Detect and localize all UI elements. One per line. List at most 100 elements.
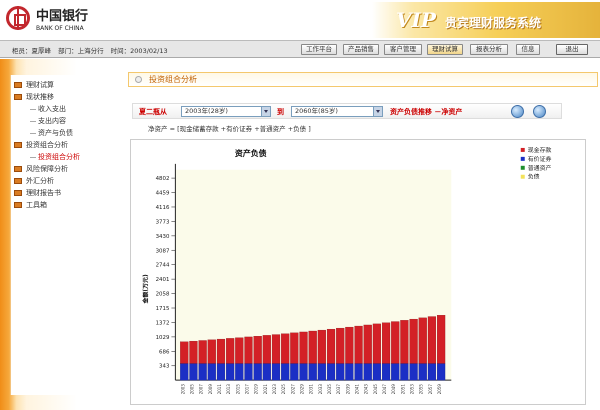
nav-financial-calculation-button[interactable]: 理财试算 xyxy=(427,44,463,55)
bar-cash xyxy=(235,337,244,364)
y-tick-label: 4116 xyxy=(156,205,170,211)
y-axis-label: 金额(万元) xyxy=(142,274,150,304)
bar-securities xyxy=(189,363,198,381)
bar-securities xyxy=(299,363,308,381)
next-button[interactable] xyxy=(533,105,546,118)
bar-securities xyxy=(409,363,418,381)
to-year-select[interactable]: 2060年(85岁) xyxy=(291,106,383,117)
nav-workbench-button[interactable]: 工作平台 xyxy=(301,44,337,55)
folder-icon xyxy=(14,190,22,196)
y-tick-label: 3430 xyxy=(156,234,170,240)
bar-cash xyxy=(336,327,345,364)
bar-cash xyxy=(271,334,281,364)
bar-securities xyxy=(391,363,400,381)
x-tick-label: 2017 xyxy=(244,384,249,395)
bar-cash xyxy=(226,338,235,364)
nav-client-management-button[interactable]: 客户管理 xyxy=(384,44,422,55)
x-tick-label: 2005 xyxy=(189,384,194,395)
x-tick-label: 2013 xyxy=(226,384,231,395)
bank-logo: 中国银行 BANK OF CHINA xyxy=(6,4,101,38)
previous-button[interactable] xyxy=(511,105,524,118)
bar-cash xyxy=(253,336,262,364)
bar-securities xyxy=(354,363,363,381)
top-navigation-bar: 柜员：夏厚峰 部门：上海分行 时间：2003/02/13 工作平台 产品销售 客… xyxy=(0,40,600,58)
y-tick-label: 686 xyxy=(159,349,170,355)
sidebar-item-risk-protection[interactable]: 风险保障分析 xyxy=(14,163,104,175)
x-tick-label: 2049 xyxy=(391,384,396,395)
sidebar-item-toolbox[interactable]: 工具箱 xyxy=(14,199,104,211)
page-title: 投资组合分析 xyxy=(128,72,598,87)
y-tick-label: 3087 xyxy=(156,248,170,254)
x-tick-label: 2051 xyxy=(400,384,405,395)
sidebar-item-label: 现状推移 xyxy=(26,93,54,101)
nav-information-button[interactable]: 信息 xyxy=(516,44,540,55)
chevron-down-icon xyxy=(373,107,382,116)
bar-securities xyxy=(216,363,226,381)
banner-vip: VIP xyxy=(396,8,436,32)
bar-cash xyxy=(363,324,372,364)
legend-label: 有价证券 xyxy=(528,155,552,163)
nav-report-analysis-button[interactable]: 报表分析 xyxy=(470,44,508,55)
sidebar-item-expense-details[interactable]: 支出内容 xyxy=(14,115,104,127)
bar-securities xyxy=(244,363,253,381)
sidebar-item-portfolio-analysis[interactable]: 投资组合分析 xyxy=(14,151,104,163)
bar-securities xyxy=(235,363,244,381)
logout-button[interactable]: 退出 xyxy=(556,44,588,55)
time-info: 时间：2003/02/13 xyxy=(110,47,168,55)
legend-label: 现金存款 xyxy=(528,146,552,154)
sidebar-tree: 理财试算 现状推移 收入支出 支出内容 资产与负债 投资组合分析 投资组合分析 … xyxy=(14,79,104,211)
bar-cash xyxy=(216,338,226,364)
bar-securities xyxy=(363,363,372,381)
nav-product-sales-button[interactable]: 产品销售 xyxy=(343,44,379,55)
bar-cash xyxy=(326,328,336,364)
x-tick-label: 2039 xyxy=(345,384,350,395)
x-tick-label: 2059 xyxy=(437,384,442,395)
sidebar-item-financial-report[interactable]: 理财报告书 xyxy=(14,187,104,199)
sidebar-item-forex-analysis[interactable]: 外汇分析 xyxy=(14,175,104,187)
folder-icon xyxy=(14,202,22,208)
y-tick-label: 2058 xyxy=(156,292,170,298)
chart-title: 资产负债 xyxy=(235,148,267,158)
bar-securities xyxy=(180,363,189,381)
sidebar-item-label: 工具箱 xyxy=(26,201,47,209)
bar-cash xyxy=(244,336,253,364)
bar-securities xyxy=(290,363,299,381)
x-tick-label: 2053 xyxy=(410,384,415,395)
sidebar-item-financial-calculation[interactable]: 理财试算 xyxy=(14,79,104,91)
logo-chinese-name: 中国银行 xyxy=(36,9,89,24)
x-tick-label: 2003 xyxy=(180,384,185,395)
sidebar-item-portfolio-group[interactable]: 投资组合分析 xyxy=(14,139,104,151)
logo-english-name: BANK OF CHINA xyxy=(36,25,84,32)
sidebar-item-income-expense[interactable]: 收入支出 xyxy=(14,103,104,115)
user-info: 柜员：夏厚峰 部门：上海分行 时间：2003/02/13 xyxy=(12,45,173,55)
from-year-select[interactable]: 2003年(28岁) xyxy=(181,106,271,117)
bar-securities xyxy=(427,363,437,381)
x-tick-label: 2037 xyxy=(336,384,341,395)
banner-title: 贵宾理财服务系统 xyxy=(445,16,542,30)
manager-info: 柜员：夏厚峰 xyxy=(12,47,51,55)
bar-cash xyxy=(391,321,400,364)
legend-swatch xyxy=(520,174,525,179)
x-tick-label: 2045 xyxy=(373,384,378,395)
x-tick-label: 2011 xyxy=(217,384,222,395)
x-tick-label: 2027 xyxy=(290,384,295,395)
bar-securities xyxy=(198,363,207,381)
bar-securities xyxy=(326,363,336,381)
bar-cash xyxy=(409,318,418,364)
folder-icon xyxy=(14,94,22,100)
sidebar-item-label: 外汇分析 xyxy=(26,177,54,185)
title-bullet-icon xyxy=(135,76,142,83)
mode-label: 资产负债推移 －净资产 xyxy=(390,108,463,116)
bar-cash xyxy=(290,332,299,364)
x-tick-label: 2055 xyxy=(419,384,424,395)
bar-cash xyxy=(262,335,271,364)
sidebar-item-current-status[interactable]: 现状推移 xyxy=(14,91,104,103)
x-tick-label: 2047 xyxy=(382,384,387,395)
bar-securities xyxy=(400,363,409,381)
bar-securities xyxy=(271,363,281,381)
to-year-value: 2060年(85岁) xyxy=(295,107,338,115)
sidebar-item-assets-liabilities[interactable]: 资产与负债 xyxy=(14,127,104,139)
main-content: 投资组合分析 夏二瓶从 2003年(28岁) 到 2060年(85岁) 资产负债… xyxy=(118,59,600,410)
sidebar-item-label: 风险保障分析 xyxy=(26,165,68,173)
bar-cash xyxy=(437,315,446,364)
